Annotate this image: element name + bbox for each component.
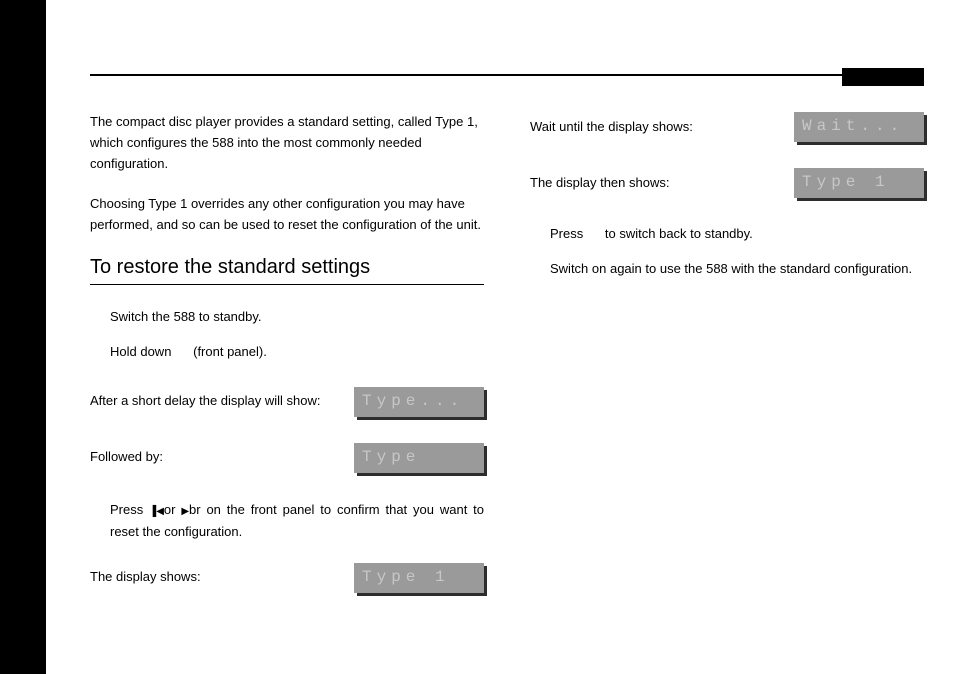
display-box: Type: [354, 443, 484, 473]
left-black-margin: [0, 0, 46, 674]
prev-track-icon: ▐◀: [149, 503, 164, 520]
intro-paragraph-2: Choosing Type 1 overrides any other conf…: [90, 194, 484, 236]
step-standby: Switch the 588 to standby.: [110, 307, 484, 328]
display-text: Type...: [354, 387, 484, 417]
left-column: The compact disc player provides a stand…: [90, 112, 484, 593]
caption-wait-until: Wait until the display shows:: [530, 117, 774, 138]
top-rule-tab: [842, 68, 924, 86]
caption-display-shows: The display shows:: [90, 567, 334, 588]
caption-display-then: The display then shows:: [530, 173, 774, 194]
right-column: Wait until the display shows: Wait... Th…: [530, 112, 924, 593]
step-press-confirm: Press ▐◀or ▶br on the front panel to con…: [110, 499, 484, 543]
step-hold-down: Hold down (front panel).: [110, 342, 484, 363]
display-box: Type 1: [354, 563, 484, 593]
display-text: Type 1: [794, 168, 924, 198]
step-press-standby: Press to switch back to standby.: [550, 224, 924, 245]
caption-followed: Followed by:: [90, 447, 334, 468]
display-box: Type 1: [794, 168, 924, 198]
step-switch-again: Switch on again to use the 588 with the …: [550, 259, 924, 280]
display-text: Type 1: [354, 563, 484, 593]
display-box: Wait...: [794, 112, 924, 142]
display-text: Type: [354, 443, 484, 473]
display-text: Wait...: [794, 112, 924, 142]
caption-after-delay: After a short delay the display will sho…: [90, 391, 334, 412]
top-rule: [90, 74, 924, 76]
display-box: Type...: [354, 387, 484, 417]
next-track-icon: ▶: [181, 503, 189, 520]
intro-paragraph-1: The compact disc player provides a stand…: [90, 112, 484, 174]
section-heading: To restore the standard settings: [90, 256, 484, 285]
